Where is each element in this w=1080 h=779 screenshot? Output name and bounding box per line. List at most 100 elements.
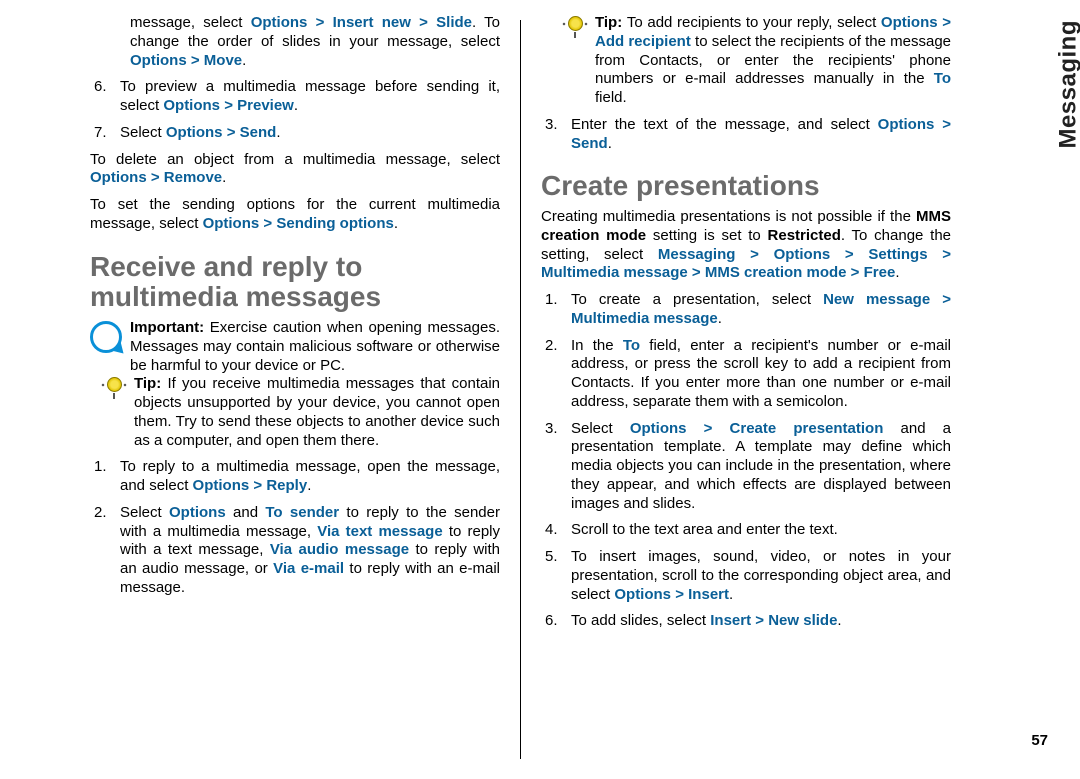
body-text: In the — [571, 337, 623, 354]
path-sep: > — [147, 169, 164, 186]
section-heading: Receive and reply to multimedia messages — [90, 252, 500, 314]
body-text: field. — [595, 89, 627, 106]
body-text: . — [895, 264, 899, 281]
body-text: and — [226, 504, 266, 521]
list-item: 6. To preview a multimedia message befor… — [116, 78, 500, 116]
ui-path-item: Options — [251, 14, 308, 31]
path-sep: > — [847, 264, 864, 281]
body-text: Select — [120, 504, 169, 521]
ui-path-item: Send — [571, 135, 608, 152]
ui-path-item: Insert — [710, 612, 751, 629]
path-sep: > — [830, 246, 868, 263]
ui-path-item: Messaging — [658, 246, 736, 263]
body-text: To delete an object from a multimedia me… — [90, 151, 500, 168]
ui-path-item: Free — [864, 264, 896, 281]
paragraph: To set the sending options for the curre… — [90, 196, 500, 234]
step-number: 6. — [545, 612, 558, 631]
body-text: . — [394, 215, 398, 232]
ui-path-item: Options — [166, 124, 223, 141]
body-text: . — [837, 612, 841, 629]
path-sep: > — [259, 215, 276, 232]
step-number: 4. — [545, 521, 558, 540]
body-text: Select — [571, 420, 630, 437]
ui-path-item: To sender — [265, 504, 339, 521]
body-text: . — [294, 97, 298, 114]
ui-path-item: Insert — [688, 586, 729, 603]
step-number: 1. — [545, 291, 558, 310]
body-text: Enter the text of the message, and selec… — [571, 116, 878, 133]
path-sep: > — [187, 52, 204, 69]
ui-path-item: Options — [881, 14, 938, 31]
ui-path-item: Reply — [266, 477, 307, 494]
ui-path-item: Via audio message — [270, 541, 409, 558]
body-text: . — [276, 124, 280, 141]
list-item: 2. Select Options and To sender to reply… — [116, 504, 500, 598]
ui-path-item: Options — [878, 116, 935, 133]
ui-path-item: Insert new — [333, 14, 411, 31]
step-number: 2. — [545, 337, 558, 356]
important-icon — [90, 319, 124, 353]
ui-path-item: Options — [163, 97, 220, 114]
body-text: message, select — [130, 14, 251, 31]
ui-path-item: New message — [823, 291, 930, 308]
reply-steps-cont: 3. Enter the text of the message, and se… — [551, 116, 951, 154]
paragraph: To delete an object from a multimedia me… — [90, 151, 500, 189]
ui-path-item: Preview — [237, 97, 294, 114]
path-sep: > — [928, 246, 951, 263]
list-item: 7. Select Options > Send. — [116, 124, 500, 143]
ui-path-item: Options — [90, 169, 147, 186]
ui-path-item: New slide — [768, 612, 837, 629]
ui-path-item: Remove — [164, 169, 222, 186]
ui-path-item: To — [623, 337, 640, 354]
step-number: 1. — [94, 458, 107, 477]
tip-icon — [561, 14, 595, 42]
path-sep: > — [687, 420, 730, 437]
section-side-label: Messaging — [1054, 20, 1080, 149]
path-sep: > — [671, 586, 688, 603]
path-sep: > — [938, 14, 951, 31]
path-sep: > — [930, 291, 951, 308]
section-heading: Create presentations — [541, 171, 951, 202]
ui-path-item: Options — [630, 420, 687, 437]
tip-note: Tip: To add recipients to your reply, se… — [561, 14, 951, 108]
ui-path-item: Settings — [868, 246, 927, 263]
ui-path-item: Slide — [436, 14, 472, 31]
list-item: 3. Select Options > Create presentation … — [567, 420, 951, 514]
tip-icon — [100, 375, 134, 403]
tip-note: Tip: If you receive multimedia messages … — [100, 375, 500, 450]
list-item: 3. Enter the text of the message, and se… — [567, 116, 951, 154]
body-text: Scroll to the text area and enter the te… — [571, 521, 838, 538]
ui-path-item: Options — [203, 215, 260, 232]
path-sep: > — [751, 612, 768, 629]
body-text: setting is set to — [646, 227, 767, 244]
ui-path-item: Move — [204, 52, 242, 69]
body-text: To add slides, select — [571, 612, 710, 629]
body-text: Select — [120, 124, 166, 141]
path-sep: > — [411, 14, 436, 31]
ui-path-item: Via text message — [317, 523, 442, 540]
ui-path-item: MMS creation mode — [705, 264, 847, 281]
page-number: 57 — [1031, 732, 1048, 751]
body-text: . — [222, 169, 226, 186]
step-number: 2. — [94, 504, 107, 523]
ui-path-item: Multimedia message — [541, 264, 688, 281]
ui-path-item: Options — [193, 477, 250, 494]
step-number: 3. — [545, 116, 558, 135]
ui-path-item: Send — [240, 124, 277, 141]
body-text: Creating multimedia presentations is not… — [541, 208, 916, 225]
path-sep: > — [688, 264, 705, 281]
body-text: . — [608, 135, 612, 152]
reply-steps: 1. To reply to a multimedia message, ope… — [100, 458, 500, 597]
body-text: . — [729, 586, 733, 603]
path-sep: > — [934, 116, 951, 133]
list-item: 4. Scroll to the text area and enter the… — [567, 521, 951, 540]
path-sep: > — [249, 477, 266, 494]
path-sep: > — [307, 14, 332, 31]
step-number: 5. — [545, 548, 558, 567]
list-item: message, select Options > Insert new > S… — [126, 14, 500, 70]
ui-path-item: Options — [774, 246, 831, 263]
ui-path-item: To — [934, 70, 951, 87]
ui-path-item: Options — [169, 504, 226, 521]
body-text: . — [718, 310, 722, 327]
step-number: 3. — [545, 420, 558, 439]
